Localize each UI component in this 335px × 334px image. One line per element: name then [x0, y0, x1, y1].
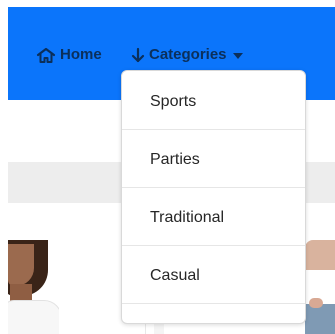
photo-jeans [305, 304, 335, 334]
product-image-right[interactable] [305, 240, 335, 334]
categories-dropdown-menu: Sports Parties Traditional Casual [121, 70, 306, 324]
dropdown-item-casual[interactable]: Casual [122, 247, 305, 304]
photo-skin [305, 240, 335, 270]
dropdown-item-parties[interactable]: Parties [122, 131, 305, 188]
dropdown-item-traditional[interactable]: Traditional [122, 189, 305, 246]
home-icon [36, 47, 56, 64]
product-image-left[interactable] [8, 240, 59, 334]
photo-shirt [8, 300, 59, 334]
photo-hand [309, 298, 323, 308]
nav-categories-toggle[interactable]: Categories [131, 45, 243, 65]
dropdown-item-sports[interactable]: Sports [122, 73, 305, 130]
nav-categories-label: Categories [149, 46, 227, 63]
nav-home-label: Home [60, 46, 102, 63]
nav-home-link[interactable]: Home [36, 45, 102, 65]
arrow-down-icon [131, 47, 145, 64]
caret-down-icon [232, 53, 243, 59]
